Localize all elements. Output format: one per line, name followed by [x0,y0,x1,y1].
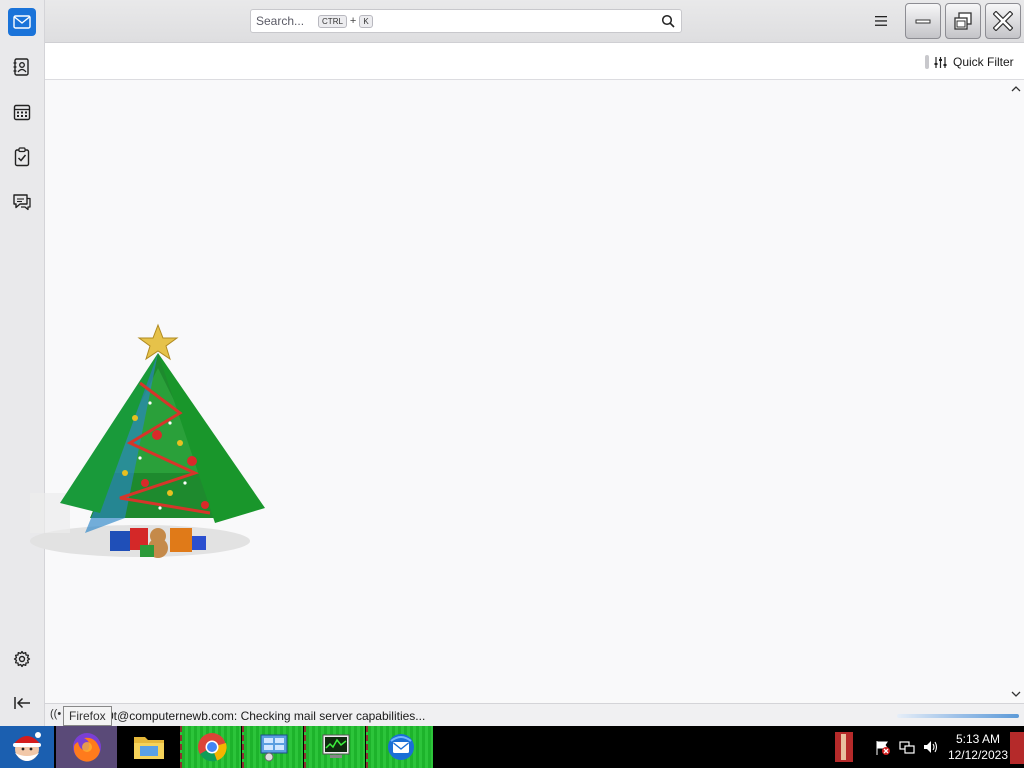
app-menu-icon[interactable] [872,13,890,29]
calendar-space-button[interactable] [8,98,36,126]
scroll-down-icon[interactable] [1011,689,1021,699]
taskbar-task-manager[interactable] [304,726,366,768]
start-button[interactable] [0,726,54,768]
status-message: 0t@computernewb.com: Checking mail serve… [107,709,426,723]
control-panel-icon [260,734,287,762]
chat-space-button[interactable] [8,188,36,216]
title-bar: Search... CTRL + K [0,0,1024,43]
christmas-tree-image [30,323,265,558]
search-icon[interactable] [661,14,675,28]
settings-button[interactable] [10,647,34,671]
notification-flag-icon[interactable] [833,732,855,762]
taskbar-tooltip: Firefox [63,706,112,726]
vertical-scrollbar[interactable] [1007,80,1024,703]
minimize-icon [915,19,931,24]
restore-icon [954,12,972,30]
mail-icon [13,15,31,29]
action-center-flag-icon[interactable] [875,740,891,756]
quick-filter-icon [934,56,947,68]
quick-filter-label: Quick Filter [953,55,1014,69]
search-input[interactable]: Search... CTRL + K [250,9,682,33]
clock[interactable]: 5:13 AM 12/12/2023 [948,731,1008,763]
shortcut-k-key: K [359,14,373,28]
taskbar-thunderbird[interactable] [366,726,434,768]
tasks-icon [14,147,30,167]
progress-meter [897,714,1019,718]
address-book-space-button[interactable] [8,53,36,81]
chrome-icon [197,733,227,762]
chat-icon [13,194,31,211]
taskbar-file-explorer[interactable] [118,726,180,768]
volume-icon[interactable] [923,739,939,755]
minimize-button[interactable] [905,3,941,39]
clock-time: 5:13 AM [955,732,1000,746]
search-placeholder: Search... [256,14,305,28]
collapse-sidebar-icon [14,697,30,709]
santa-start-icon [13,732,41,761]
thunderbird-icon [387,734,414,760]
restore-button[interactable] [945,3,981,39]
task-manager-icon [322,734,349,758]
taskbar-control-panel[interactable] [242,726,304,768]
online-status-icon[interactable]: ((• [50,708,61,720]
calendar-icon [13,104,31,121]
collapse-sidebar-button[interactable] [10,691,34,715]
header-divider [925,55,929,69]
status-bar: ((• 0t@computernewb.com: Checking mail s… [45,703,1024,726]
firefox-icon [72,733,101,762]
show-desktop-button[interactable] [1010,732,1024,764]
shortcut-plus: + [349,15,357,27]
settings-gear-icon [13,650,31,668]
taskbar: 5:13 AM 12/12/2023 [0,726,1024,768]
taskbar-chrome[interactable] [180,726,242,768]
file-explorer-icon [133,737,164,759]
mail-space-button[interactable] [8,8,36,36]
scroll-up-icon[interactable] [1011,84,1021,94]
quick-filter-button[interactable]: Quick Filter [934,53,1014,71]
clock-date: 12/12/2023 [947,748,1008,762]
address-book-icon [13,58,29,76]
close-button[interactable] [985,3,1021,39]
taskbar-firefox[interactable] [56,726,118,768]
close-icon [993,11,1013,31]
network-icon[interactable] [899,739,915,755]
tasks-space-button[interactable] [8,143,36,171]
thread-pane-header: Quick Filter [45,43,1024,80]
system-tray: 5:13 AM 12/12/2023 [829,726,1024,768]
shortcut-ctrl-key: CTRL [318,14,347,28]
